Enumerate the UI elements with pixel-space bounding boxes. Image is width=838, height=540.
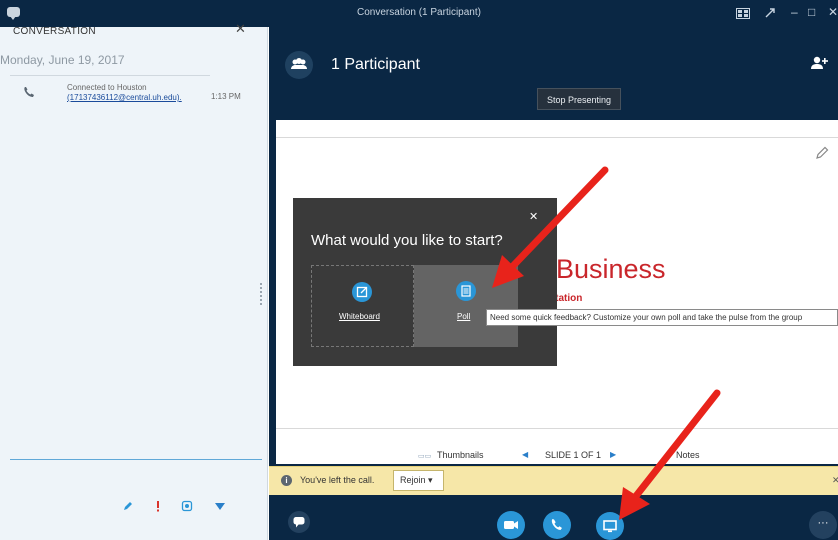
window-titlebar: Conversation (1 Participant) – □ ✕ bbox=[0, 0, 838, 27]
participants-count: 1 Participant bbox=[331, 56, 420, 73]
poll-tooltip: Need some quick feedback? Customize your… bbox=[486, 309, 838, 326]
notes-button[interactable]: Notes bbox=[676, 450, 700, 460]
previous-slide-button[interactable]: ◀ bbox=[522, 450, 528, 459]
call-button[interactable] bbox=[543, 511, 571, 539]
popup-question: What would you like to start? bbox=[311, 232, 503, 249]
slide-toolbar bbox=[276, 120, 838, 138]
phone-icon bbox=[551, 519, 562, 530]
slide-counter: SLIDE 1 OF 1 bbox=[545, 450, 602, 460]
window-title: Conversation (1 Participant) bbox=[357, 7, 481, 18]
close-window-button[interactable]: ✕ bbox=[828, 5, 838, 19]
emoticon-icon[interactable] bbox=[214, 500, 226, 512]
chat-icon bbox=[293, 517, 305, 528]
thumbnails-button[interactable]: Thumbnails bbox=[437, 450, 484, 460]
maximize-button[interactable]: □ bbox=[808, 5, 815, 19]
poll-label: Poll bbox=[457, 312, 471, 321]
divider bbox=[276, 428, 838, 429]
participants-button[interactable] bbox=[285, 51, 313, 79]
pencil-icon[interactable] bbox=[122, 500, 134, 512]
stop-presenting-button[interactable]: Stop Presenting bbox=[537, 88, 621, 110]
whiteboard-icon bbox=[352, 282, 372, 302]
conversation-panel bbox=[0, 27, 268, 540]
info-icon: i bbox=[281, 475, 292, 486]
next-slide-button[interactable]: ▶ bbox=[610, 450, 616, 459]
poll-option[interactable] bbox=[414, 265, 518, 347]
event-text: Connected to Houston bbox=[67, 83, 147, 92]
conversation-heading: CONVERSATION bbox=[13, 26, 96, 37]
conversation-date: Monday, June 19, 2017 bbox=[0, 53, 125, 67]
event-number-link[interactable]: (17137436112@central.uh.edu). bbox=[67, 93, 182, 102]
notification-text: You've left the call. bbox=[300, 475, 375, 485]
thumbnails-icon: ▭▭ bbox=[418, 453, 432, 460]
close-popup-button[interactable]: ✕ bbox=[529, 210, 538, 223]
whiteboard-label: Whiteboard bbox=[339, 312, 380, 321]
annotate-icon[interactable] bbox=[814, 145, 830, 161]
divider bbox=[10, 75, 210, 76]
video-icon bbox=[504, 521, 518, 529]
dismiss-notification-button[interactable]: ✕ bbox=[832, 475, 838, 486]
attach-icon[interactable] bbox=[181, 500, 193, 512]
panel-splitter-handle[interactable] bbox=[260, 283, 262, 305]
presenting-indicator bbox=[620, 511, 627, 518]
compose-box-divider bbox=[10, 459, 262, 460]
slide-title: Business bbox=[556, 254, 666, 284]
more-options-button[interactable]: ··· bbox=[809, 511, 837, 539]
people-icon bbox=[291, 58, 307, 69]
close-conversation-panel-button[interactable]: ✕ bbox=[235, 21, 246, 37]
priority-icon[interactable] bbox=[152, 500, 164, 512]
popout-icon[interactable] bbox=[764, 7, 776, 19]
poll-icon bbox=[456, 281, 476, 301]
rejoin-button[interactable]: Rejoin ▾ bbox=[393, 470, 444, 491]
minimize-button[interactable]: – bbox=[791, 5, 798, 19]
layout-icon[interactable] bbox=[736, 8, 750, 19]
video-button[interactable] bbox=[497, 511, 525, 539]
whiteboard-option[interactable] bbox=[311, 265, 414, 347]
add-people-icon[interactable] bbox=[810, 55, 828, 71]
chat-button[interactable] bbox=[288, 511, 310, 533]
event-time: 1:13 PM bbox=[211, 92, 241, 101]
skype-conversation-window: Conversation (1 Participant) – □ ✕ CONVE… bbox=[0, 0, 838, 540]
phone-icon bbox=[24, 87, 34, 97]
